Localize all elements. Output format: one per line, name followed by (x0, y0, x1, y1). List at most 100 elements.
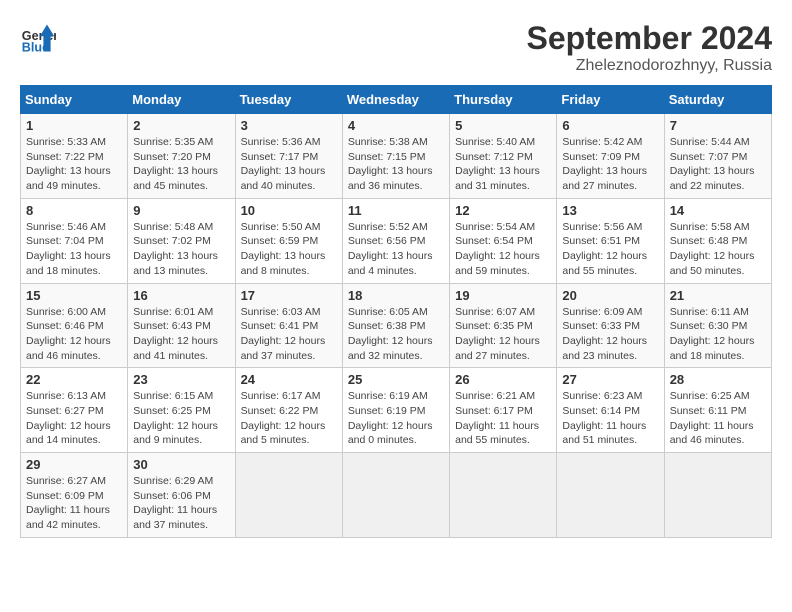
calendar-cell: 5 Sunrise: 5:40 AM Sunset: 7:12 PM Daylig… (450, 114, 557, 199)
day-number: 16 (133, 288, 229, 303)
day-number: 27 (562, 372, 658, 387)
calendar-cell: 12 Sunrise: 5:54 AM Sunset: 6:54 PM Dayli… (450, 198, 557, 283)
calendar-cell: 28Sunrise: 6:25 AM Sunset: 6:11 PM Dayli… (664, 368, 771, 453)
calendar-cell: 20Sunrise: 6:09 AM Sunset: 6:33 PM Dayli… (557, 283, 664, 368)
day-number: 26 (455, 372, 551, 387)
day-info: Sunrise: 5:42 AM Sunset: 7:09 PM Dayligh… (562, 135, 658, 194)
day-header-wednesday: Wednesday (342, 86, 449, 114)
day-info: Sunrise: 6:27 AM Sunset: 6:09 PM Dayligh… (26, 474, 122, 533)
calendar-cell: 29 Sunrise: 6:27 AM Sunset: 6:09 PM Dayli… (21, 453, 128, 538)
day-header-monday: Monday (128, 86, 235, 114)
day-info: Sunrise: 5:48 AM Sunset: 7:02 PM Dayligh… (133, 220, 229, 279)
location-subtitle: Zheleznodorozhnyy, Russia (527, 57, 772, 75)
day-number: 13 (562, 203, 658, 218)
day-info: Sunrise: 6:05 AM Sunset: 6:38 PM Dayligh… (348, 305, 444, 364)
calendar-cell: 22 Sunrise: 6:13 AM Sunset: 6:27 PM Dayli… (21, 368, 128, 453)
day-info: Sunrise: 6:01 AM Sunset: 6:43 PM Dayligh… (133, 305, 229, 364)
day-info: Sunrise: 5:40 AM Sunset: 7:12 PM Dayligh… (455, 135, 551, 194)
day-number: 3 (241, 118, 337, 133)
day-header-saturday: Saturday (664, 86, 771, 114)
calendar-cell: 16 Sunrise: 6:01 AM Sunset: 6:43 PM Dayli… (128, 283, 235, 368)
calendar-cell: 14Sunrise: 5:58 AM Sunset: 6:48 PM Dayli… (664, 198, 771, 283)
week-row-2: 8 Sunrise: 5:46 AM Sunset: 7:04 PM Daylig… (21, 198, 772, 283)
day-info: Sunrise: 6:21 AM Sunset: 6:17 PM Dayligh… (455, 389, 551, 448)
day-info: Sunrise: 6:03 AM Sunset: 6:41 PM Dayligh… (241, 305, 337, 364)
calendar-cell: 13 Sunrise: 5:56 AM Sunset: 6:51 PM Dayli… (557, 198, 664, 283)
day-info: Sunrise: 6:11 AM Sunset: 6:30 PM Dayligh… (670, 305, 766, 364)
calendar-cell: 4 Sunrise: 5:38 AM Sunset: 7:15 PM Daylig… (342, 114, 449, 199)
day-number: 23 (133, 372, 229, 387)
day-number: 17 (241, 288, 337, 303)
day-number: 19 (455, 288, 551, 303)
day-info: Sunrise: 5:44 AM Sunset: 7:07 PM Dayligh… (670, 135, 766, 194)
day-number: 29 (26, 457, 122, 472)
day-info: Sunrise: 5:33 AM Sunset: 7:22 PM Dayligh… (26, 135, 122, 194)
day-number: 4 (348, 118, 444, 133)
day-number: 9 (133, 203, 229, 218)
day-info: Sunrise: 5:36 AM Sunset: 7:17 PM Dayligh… (241, 135, 337, 194)
day-info: Sunrise: 5:56 AM Sunset: 6:51 PM Dayligh… (562, 220, 658, 279)
day-header-friday: Friday (557, 86, 664, 114)
day-number: 10 (241, 203, 337, 218)
calendar-cell: 24 Sunrise: 6:17 AM Sunset: 6:22 PM Dayli… (235, 368, 342, 453)
day-number: 18 (348, 288, 444, 303)
calendar-cell: 11Sunrise: 5:52 AM Sunset: 6:56 PM Dayli… (342, 198, 449, 283)
day-number: 5 (455, 118, 551, 133)
day-info: Sunrise: 5:50 AM Sunset: 6:59 PM Dayligh… (241, 220, 337, 279)
day-number: 1 (26, 118, 122, 133)
day-number: 8 (26, 203, 122, 218)
day-number: 21 (670, 288, 766, 303)
calendar-cell: 9 Sunrise: 5:48 AM Sunset: 7:02 PM Daylig… (128, 198, 235, 283)
calendar-cell: 18 Sunrise: 6:05 AM Sunset: 6:38 PM Dayli… (342, 283, 449, 368)
week-row-1: 1 Sunrise: 5:33 AM Sunset: 7:22 PM Daylig… (21, 114, 772, 199)
calendar-cell: 23Sunrise: 6:15 AM Sunset: 6:25 PM Dayli… (128, 368, 235, 453)
day-info: Sunrise: 5:54 AM Sunset: 6:54 PM Dayligh… (455, 220, 551, 279)
day-number: 20 (562, 288, 658, 303)
week-row-4: 22 Sunrise: 6:13 AM Sunset: 6:27 PM Dayli… (21, 368, 772, 453)
day-info: Sunrise: 6:13 AM Sunset: 6:27 PM Dayligh… (26, 389, 122, 448)
day-number: 12 (455, 203, 551, 218)
calendar-cell (450, 453, 557, 538)
day-header-thursday: Thursday (450, 86, 557, 114)
logo-icon: General Blue (20, 20, 56, 56)
calendar-cell: 7 Sunrise: 5:44 AM Sunset: 7:07 PM Daylig… (664, 114, 771, 199)
day-info: Sunrise: 6:29 AM Sunset: 6:06 PM Dayligh… (133, 474, 229, 533)
day-number: 15 (26, 288, 122, 303)
header: General Blue September 2024 Zheleznodoro… (20, 20, 772, 75)
calendar-cell: 8 Sunrise: 5:46 AM Sunset: 7:04 PM Daylig… (21, 198, 128, 283)
day-header-sunday: Sunday (21, 86, 128, 114)
day-number: 6 (562, 118, 658, 133)
day-number: 24 (241, 372, 337, 387)
week-row-5: 29 Sunrise: 6:27 AM Sunset: 6:09 PM Dayli… (21, 453, 772, 538)
calendar-cell: 15 Sunrise: 6:00 AM Sunset: 6:46 PM Dayli… (21, 283, 128, 368)
day-number: 25 (348, 372, 444, 387)
day-info: Sunrise: 5:46 AM Sunset: 7:04 PM Dayligh… (26, 220, 122, 279)
month-title: September 2024 (527, 20, 772, 57)
day-number: 7 (670, 118, 766, 133)
calendar-cell: 27 Sunrise: 6:23 AM Sunset: 6:14 PM Dayli… (557, 368, 664, 453)
calendar-cell: 6 Sunrise: 5:42 AM Sunset: 7:09 PM Daylig… (557, 114, 664, 199)
calendar-cell: 17 Sunrise: 6:03 AM Sunset: 6:41 PM Dayli… (235, 283, 342, 368)
day-number: 28 (670, 372, 766, 387)
day-info: Sunrise: 6:07 AM Sunset: 6:35 PM Dayligh… (455, 305, 551, 364)
calendar-cell (342, 453, 449, 538)
calendar-cell (235, 453, 342, 538)
day-info: Sunrise: 6:17 AM Sunset: 6:22 PM Dayligh… (241, 389, 337, 448)
calendar-cell (557, 453, 664, 538)
day-info: Sunrise: 6:19 AM Sunset: 6:19 PM Dayligh… (348, 389, 444, 448)
day-info: Sunrise: 5:38 AM Sunset: 7:15 PM Dayligh… (348, 135, 444, 194)
day-info: Sunrise: 5:58 AM Sunset: 6:48 PM Dayligh… (670, 220, 766, 279)
day-info: Sunrise: 6:23 AM Sunset: 6:14 PM Dayligh… (562, 389, 658, 448)
calendar-cell: 10 Sunrise: 5:50 AM Sunset: 6:59 PM Dayli… (235, 198, 342, 283)
day-number: 30 (133, 457, 229, 472)
day-info: Sunrise: 6:00 AM Sunset: 6:46 PM Dayligh… (26, 305, 122, 364)
day-info: Sunrise: 5:35 AM Sunset: 7:20 PM Dayligh… (133, 135, 229, 194)
calendar-cell: 21 Sunrise: 6:11 AM Sunset: 6:30 PM Dayli… (664, 283, 771, 368)
calendar-cell (664, 453, 771, 538)
title-area: September 2024 Zheleznodorozhnyy, Russia (527, 20, 772, 75)
day-number: 2 (133, 118, 229, 133)
calendar-cell: 26 Sunrise: 6:21 AM Sunset: 6:17 PM Dayli… (450, 368, 557, 453)
day-number: 22 (26, 372, 122, 387)
calendar-table: SundayMondayTuesdayWednesdayThursdayFrid… (20, 85, 772, 538)
calendar-cell: 1 Sunrise: 5:33 AM Sunset: 7:22 PM Daylig… (21, 114, 128, 199)
